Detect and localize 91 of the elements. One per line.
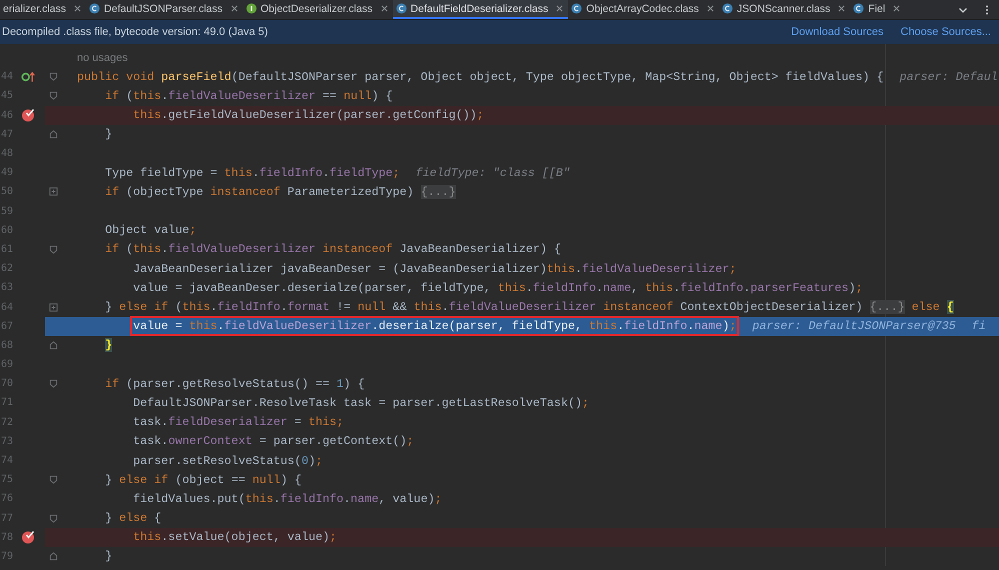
line-number: 46 [0,110,14,121]
fold-marker-icon[interactable] [49,514,58,523]
line-number: 67 [0,320,14,332]
editor-tab[interactable]: ObjectArrayCodec.class [568,0,719,19]
code-text: parser.setResolveStatus(0); [133,454,322,468]
code-text: } [105,338,112,352]
close-icon[interactable] [74,5,82,12]
line-number: 68 [0,340,14,351]
line-number: 71 [0,397,14,408]
class-icon [722,3,733,14]
fold-marker-icon[interactable] [49,244,58,254]
code-text: DefaultJSONParser.ResolveTask task = parser.getLastResolveTask(); [133,396,589,410]
fold-end-icon[interactable] [49,552,58,561]
code-text: if (this.fieldValueDeserilizer == null) { [105,88,393,103]
line-number: 70 [0,378,14,390]
annotated-code: value = this.fieldValueDeserilizer.deserialze(parser, fieldType, this.fieldInfo.name); [133,319,736,334]
close-icon[interactable] [706,5,714,12]
line-number: 75 [0,474,14,486]
notice-text: Decompiled .class file, bytecode version: 49.0 (Java 5) [2,26,269,38]
editor-tab[interactable]: DefaultFieldDeserializer.class [392,0,568,19]
line-number: 79 [0,550,14,562]
line-number: 48 [0,148,14,160]
line-number: 77 [0,512,14,524]
line-number: 62 [0,263,14,274]
class-icon [396,3,407,14]
line-number: 44 [0,71,14,82]
fold-marker-icon[interactable] [49,379,58,388]
code-text: if (parser.getResolveStatus() == 1) { [105,376,365,391]
line-number: 76 [0,493,14,504]
inline-value-hint: parser: DefaultJSONParser@735 [752,319,956,334]
line-number: 63 [0,282,14,294]
line-number: 64 [0,302,14,313]
close-icon[interactable] [380,5,388,12]
fold-marker-icon[interactable] [49,475,58,484]
editor-tab[interactable]: DefaultJSONParser.class [86,0,242,19]
line-number: 78 [0,532,14,543]
close-icon[interactable] [556,5,564,12]
fold-end-icon[interactable] [49,130,58,139]
line-number: 61 [0,244,14,255]
code-text: task.fieldDeserializer = this; [133,415,344,430]
close-icon[interactable] [838,5,846,12]
close-icon[interactable] [893,5,900,12]
line-number: 73 [0,436,14,447]
editor-tab[interactable]: JSONScanner.class [718,0,850,19]
class-icon [89,3,100,14]
code-text: task.ownerContext = parser.getContext(); [133,434,414,448]
expand-icon[interactable] [49,187,58,196]
close-icon[interactable] [230,5,238,12]
line-number: 69 [0,359,14,370]
line-number: 74 [0,455,14,466]
code-text: this.setValue(object, value); [133,530,337,544]
code-text: this.getFieldValueDeserilizer(parser.getConfig()); [133,108,484,122]
line-number: 72 [0,416,14,428]
line-number: 49 [0,167,14,178]
code-text: } [105,549,112,564]
code-text: public void parseField(DefaultJSONParser parser, Object object, Type objectType, Map<String, Object> fieldValues) { [77,70,884,84]
fold-marker-icon[interactable] [49,72,58,82]
editor-tab[interactable]: Fiel [850,0,906,19]
notice-link[interactable]: Download Sources [791,26,884,38]
usages-hint: no usages [77,52,128,64]
code-text: } else if (object == null) { [105,472,302,487]
code-text: JavaBeanDeserializer javaBeanDeser = (JavaBeanDeserializer)this.fieldValueDeserilizer; [133,262,736,276]
code-text: if (this.fieldValueDeserilizer instanceof JavaBeanDeserializer) { [105,242,561,256]
inline-value-hint: parser: Defaul [900,70,998,84]
line-number: 50 [0,186,14,198]
code-text: } else { [105,511,162,526]
breakpoint-icon[interactable] [21,530,35,544]
interface-icon [246,3,256,14]
editor-tab[interactable]: erializer.class [0,0,86,19]
notice-link[interactable]: Choose Sources... [900,26,991,38]
inline-value-hint: fieldType: "class [[B" [416,166,570,180]
line-number: 60 [0,224,14,236]
code-text: value = javaBeanDeser.deserialze(parser, fieldType, this.fieldInfo.name, this.fieldInfo.parserFeatures); [133,280,863,295]
expand-icon[interactable] [49,302,58,312]
code-text: } [105,127,112,142]
code-text: fieldValues.put(this.fieldInfo.name, value); [133,492,442,506]
class-icon [571,3,582,14]
inline-value-hint: fi [972,319,986,334]
code-text: Object value; [105,223,196,238]
breakpoint-icon[interactable] [21,108,35,122]
fold-end-icon[interactable] [49,340,58,350]
editor-tab[interactable]: ObjectDeserializer.class [242,0,393,19]
line-number: 59 [0,206,14,217]
code-text: Type fieldType = this.fieldInfo.fieldType; [105,166,400,180]
code-text: if (objectType instanceof ParameterizedType) {...} [105,184,456,199]
line-number: 45 [0,90,14,102]
code-text: } else if (this.fieldInfo.format != null && this.fieldValueDeserilizer instanceof ContextObjectDeserializer) {...} else { [105,300,954,314]
fold-marker-icon[interactable] [49,91,58,100]
line-number: 47 [0,128,14,140]
class-icon [853,3,864,14]
implements-icon[interactable] [20,70,36,83]
